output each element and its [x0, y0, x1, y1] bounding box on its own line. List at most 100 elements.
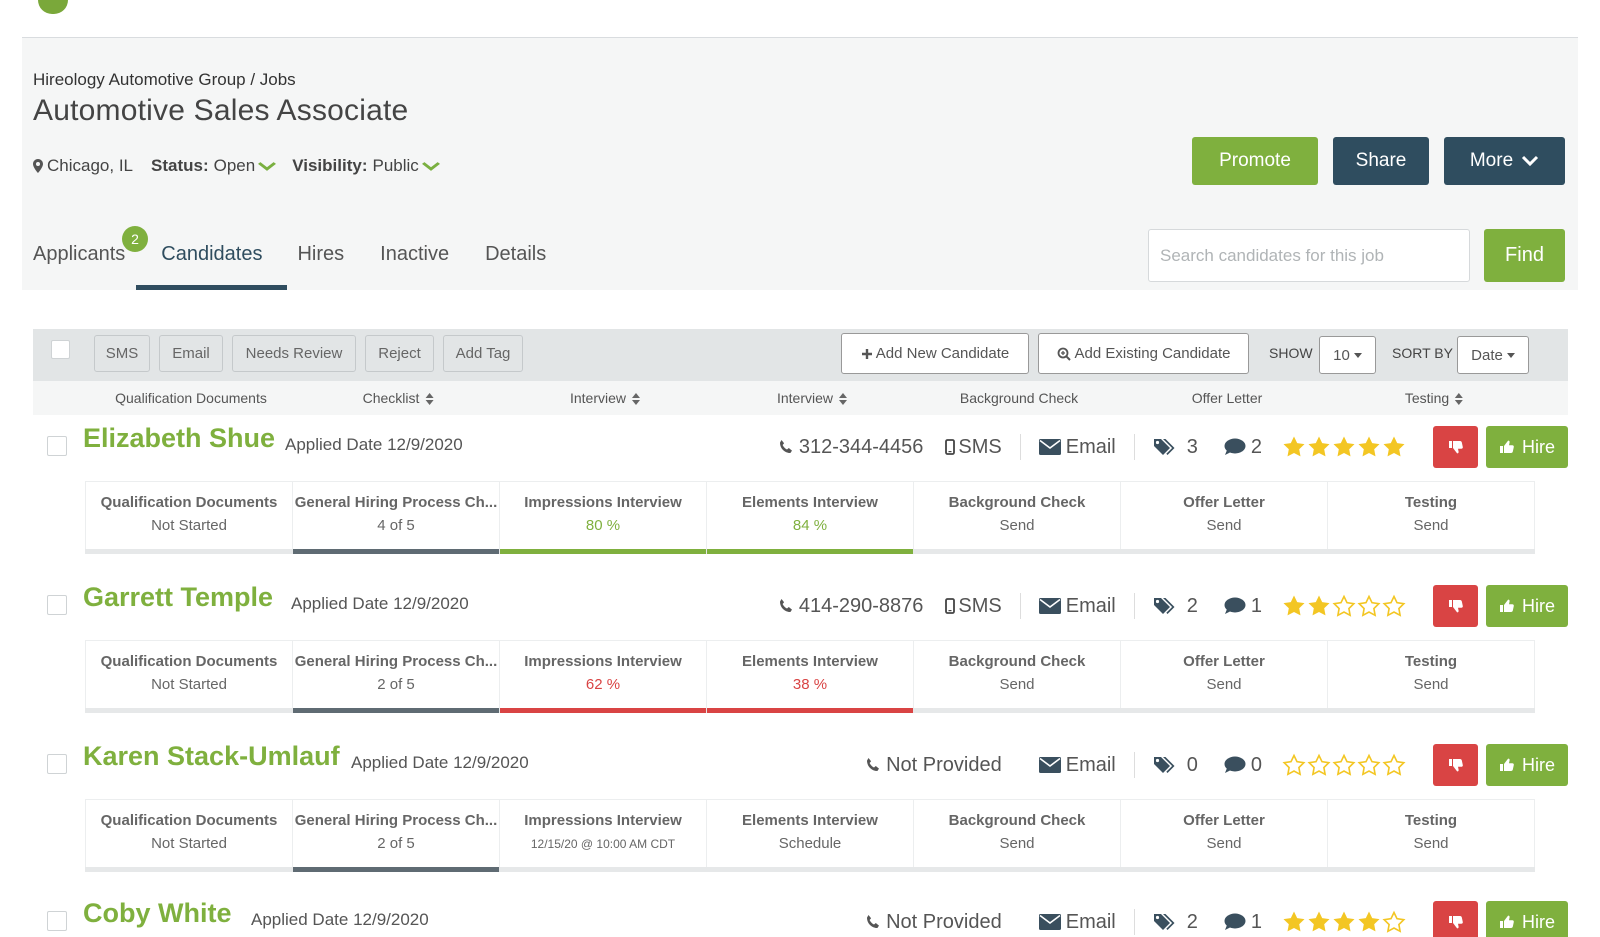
step-impressions-interview[interactable]: Impressions Interview 12/15/20 @ 10:00 AM…	[500, 800, 707, 867]
promote-button[interactable]: Promote	[1192, 137, 1318, 185]
star-outline-icon[interactable]	[1382, 753, 1406, 777]
hire-button[interactable]: Hire	[1486, 585, 1568, 627]
candidate-checkbox[interactable]	[47, 595, 67, 615]
tags-link[interactable]: 0	[1153, 754, 1198, 777]
star-filled-icon[interactable]	[1332, 910, 1356, 934]
tab-hires[interactable]: Hires	[297, 233, 344, 290]
email-link[interactable]: Email	[1039, 911, 1116, 934]
star-filled-icon[interactable]	[1382, 435, 1406, 459]
star-rating[interactable]	[1282, 435, 1407, 459]
comments-link[interactable]: 0	[1224, 754, 1262, 777]
star-outline-icon[interactable]	[1282, 753, 1306, 777]
col-interview-1[interactable]: Interview	[570, 390, 641, 406]
needs-review-button[interactable]: Needs Review	[232, 335, 356, 372]
reject-button[interactable]	[1433, 426, 1478, 468]
candidate-checkbox[interactable]	[47, 911, 67, 931]
tags-link[interactable]: 2	[1153, 595, 1198, 618]
candidate-checkbox[interactable]	[47, 754, 67, 774]
hire-button[interactable]: Hire	[1486, 744, 1568, 786]
step-elements-interview[interactable]: Elements Interview 84 %	[707, 482, 914, 554]
star-filled-icon[interactable]	[1307, 594, 1331, 618]
show-count-select[interactable]: 10	[1319, 336, 1376, 374]
star-outline-icon[interactable]	[1382, 594, 1406, 618]
star-outline-icon[interactable]	[1332, 594, 1356, 618]
email-link[interactable]: Email	[1039, 595, 1116, 618]
star-outline-icon[interactable]	[1307, 753, 1331, 777]
step-background-check[interactable]: Background Check Send	[914, 641, 1121, 708]
star-filled-icon[interactable]	[1307, 435, 1331, 459]
step-testing[interactable]: Testing Send	[1328, 641, 1535, 708]
step-impressions-interview[interactable]: Impressions Interview 80 %	[500, 482, 707, 554]
hire-button[interactable]: Hire	[1486, 901, 1568, 937]
add-new-candidate-button[interactable]: Add New Candidate	[841, 333, 1029, 374]
tab-applicants[interactable]: Applicants 2	[33, 226, 148, 290]
tags-link[interactable]: 2	[1153, 911, 1198, 934]
status-value[interactable]: Open	[214, 156, 256, 176]
reject-bulk-button[interactable]: Reject	[365, 335, 434, 372]
phone-link[interactable]: Not Provided	[865, 911, 1002, 934]
star-filled-icon[interactable]	[1357, 435, 1381, 459]
chevron-down-icon[interactable]	[421, 159, 440, 174]
step-checklist[interactable]: General Hiring Process Ch... 2 of 5	[293, 800, 500, 872]
breadcrumb[interactable]: Hireology Automotive Group / Jobs	[33, 70, 296, 90]
step-qualification-documents[interactable]: Qualification Documents Not Started	[85, 641, 293, 708]
step-qualification-documents[interactable]: Qualification Documents Not Started	[85, 800, 293, 867]
more-button[interactable]: More	[1444, 137, 1565, 185]
candidate-name[interactable]: Elizabeth Shue	[83, 423, 275, 454]
sms-bulk-button[interactable]: SMS	[94, 335, 150, 372]
email-link[interactable]: Email	[1039, 754, 1116, 777]
select-all-checkbox[interactable]	[51, 340, 70, 359]
reject-button[interactable]	[1433, 744, 1478, 786]
step-background-check[interactable]: Background Check Send	[914, 800, 1121, 867]
star-rating[interactable]	[1282, 753, 1407, 777]
hire-button[interactable]: Hire	[1486, 426, 1568, 468]
tab-details[interactable]: Details	[485, 233, 546, 290]
find-button[interactable]: Find	[1484, 229, 1565, 282]
star-outline-icon[interactable]	[1357, 753, 1381, 777]
star-filled-icon[interactable]	[1282, 435, 1306, 459]
star-outline-icon[interactable]	[1332, 753, 1356, 777]
step-elements-interview[interactable]: Elements Interview Schedule	[707, 800, 914, 867]
visibility-value[interactable]: Public	[372, 156, 418, 176]
step-testing[interactable]: Testing Send	[1328, 482, 1535, 549]
sms-link[interactable]: SMS	[945, 436, 1002, 459]
step-elements-interview[interactable]: Elements Interview 38 %	[707, 641, 914, 713]
candidate-checkbox[interactable]	[47, 436, 67, 456]
step-background-check[interactable]: Background Check Send	[914, 482, 1121, 549]
step-offer-letter[interactable]: Offer Letter Send	[1121, 800, 1328, 867]
email-bulk-button[interactable]: Email	[159, 335, 223, 372]
comments-link[interactable]: 1	[1224, 595, 1262, 618]
star-outline-icon[interactable]	[1382, 910, 1406, 934]
star-filled-icon[interactable]	[1282, 594, 1306, 618]
tags-link[interactable]: 3	[1153, 436, 1198, 459]
col-checklist[interactable]: Checklist	[363, 390, 434, 406]
comments-link[interactable]: 2	[1224, 436, 1262, 459]
step-checklist[interactable]: General Hiring Process Ch... 2 of 5	[293, 641, 500, 713]
tab-inactive[interactable]: Inactive	[380, 233, 449, 290]
step-offer-letter[interactable]: Offer Letter Send	[1121, 482, 1328, 549]
chevron-down-icon[interactable]	[258, 159, 277, 174]
star-filled-icon[interactable]	[1282, 910, 1306, 934]
step-testing[interactable]: Testing Send	[1328, 800, 1535, 867]
star-filled-icon[interactable]	[1307, 910, 1331, 934]
star-filled-icon[interactable]	[1357, 910, 1381, 934]
star-outline-icon[interactable]	[1357, 594, 1381, 618]
tab-candidates[interactable]: Candidates	[136, 233, 288, 290]
step-impressions-interview[interactable]: Impressions Interview 62 %	[500, 641, 707, 713]
step-checklist[interactable]: General Hiring Process Ch... 4 of 5	[293, 482, 500, 554]
reject-button[interactable]	[1433, 901, 1478, 937]
logo-icon[interactable]	[38, 0, 68, 14]
add-tag-button[interactable]: Add Tag	[443, 335, 523, 372]
sort-by-select[interactable]: Date	[1457, 336, 1529, 374]
candidate-name[interactable]: Coby White	[83, 898, 232, 929]
step-qualification-documents[interactable]: Qualification Documents Not Started	[85, 482, 293, 549]
star-rating[interactable]	[1282, 910, 1407, 934]
step-offer-letter[interactable]: Offer Letter Send	[1121, 641, 1328, 708]
star-rating[interactable]	[1282, 594, 1407, 618]
candidate-name[interactable]: Garrett Temple	[83, 582, 273, 613]
col-testing[interactable]: Testing	[1405, 390, 1464, 406]
candidate-name[interactable]: Karen Stack-Umlauf	[83, 741, 340, 772]
phone-link[interactable]: 312-344-4456	[778, 436, 923, 459]
reject-button[interactable]	[1433, 585, 1478, 627]
col-interview-2[interactable]: Interview	[777, 390, 848, 406]
